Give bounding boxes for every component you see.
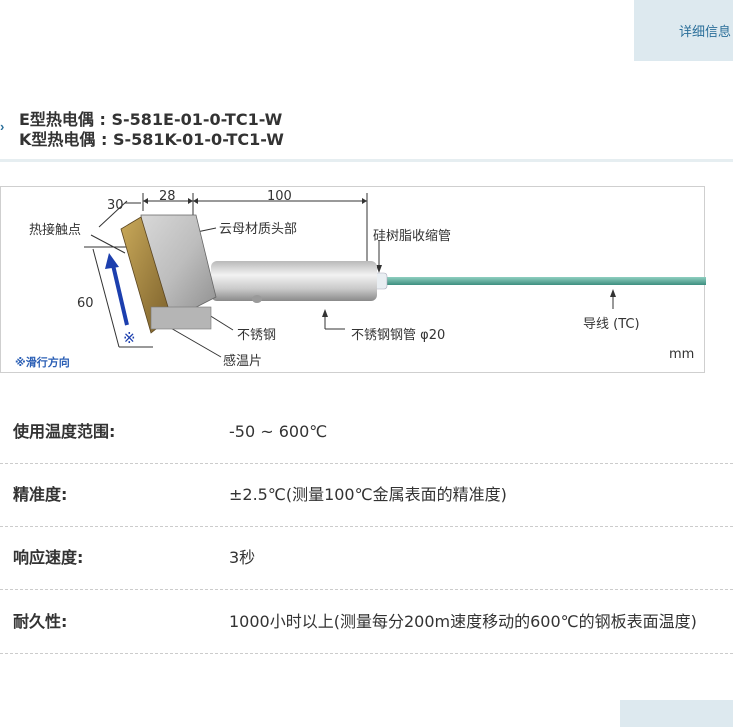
label-silicone-tube: 硅树脂收缩管 bbox=[373, 228, 451, 244]
stainless-clip bbox=[150, 306, 212, 330]
label-lead: 导线 (TC) bbox=[583, 317, 640, 332]
spec-row-accuracy: 精准度: ±2.5℃(测量100℃金属表面的精准度) bbox=[0, 463, 733, 527]
slide-note: ※滑行方向 bbox=[15, 355, 70, 369]
label-mica-head: 云母材质头部 bbox=[219, 222, 297, 237]
lead-wire bbox=[383, 277, 706, 285]
label-sensor-plate: 感温片 bbox=[223, 353, 262, 369]
detail-info-tab[interactable]: 详细信息 bbox=[634, 0, 733, 61]
unit-label: mm bbox=[669, 347, 694, 362]
spec-label: 使用温度范围: bbox=[13, 422, 116, 441]
stainless-pipe bbox=[211, 261, 377, 301]
spec-label: 响应速度: bbox=[13, 548, 84, 567]
dim-30: 30 bbox=[107, 198, 124, 213]
slide-mark: ※ bbox=[123, 329, 136, 347]
title-divider bbox=[0, 159, 733, 162]
spec-label: 精准度: bbox=[13, 485, 68, 504]
label-contact: 热接触点 bbox=[29, 222, 81, 238]
chevron-right-icon: › bbox=[0, 119, 5, 134]
spec-value: ±2.5℃(测量100℃金属表面的精准度) bbox=[229, 485, 507, 504]
label-stainless: 不锈钢 bbox=[237, 328, 276, 343]
slide-direction-arrow bbox=[105, 253, 119, 269]
spec-value: 1000小时以上(测量每分200m速度移动的600℃的钢板表面温度) bbox=[229, 612, 697, 631]
spec-row-temperature: 使用温度范围: -50 ~ 600℃ bbox=[0, 400, 733, 464]
dim-28: 28 bbox=[159, 189, 176, 204]
product-model-k: K型热电偶 : S-581K-01-0-TC1-W bbox=[19, 130, 284, 149]
product-diagram: 30 28 100 60 热接触点 云母材质头部 硅树脂收缩管 不锈钢 不锈钢钢… bbox=[0, 186, 706, 373]
label-stainless-pipe: 不锈钢钢管 φ20 bbox=[351, 328, 445, 343]
dim-100: 100 bbox=[267, 189, 292, 204]
spec-value: 3秒 bbox=[229, 548, 256, 567]
spec-row-durability: 耐久性: 1000小时以上(测量每分200m速度移动的600℃的钢板表面温度) bbox=[0, 590, 733, 654]
thermocouple-drawing: 30 28 100 60 热接触点 云母材质头部 硅树脂收缩管 不锈钢 不锈钢钢… bbox=[15, 189, 706, 369]
spec-row-response: 响应速度: 3秒 bbox=[0, 526, 733, 590]
dim-60: 60 bbox=[77, 296, 94, 311]
bottom-tab[interactable] bbox=[620, 700, 733, 727]
spec-value: -50 ~ 600℃ bbox=[229, 422, 328, 441]
spec-label: 耐久性: bbox=[13, 612, 68, 631]
detail-info-tab-label: 详细信息 bbox=[678, 24, 731, 39]
pipe-screw bbox=[252, 295, 262, 303]
